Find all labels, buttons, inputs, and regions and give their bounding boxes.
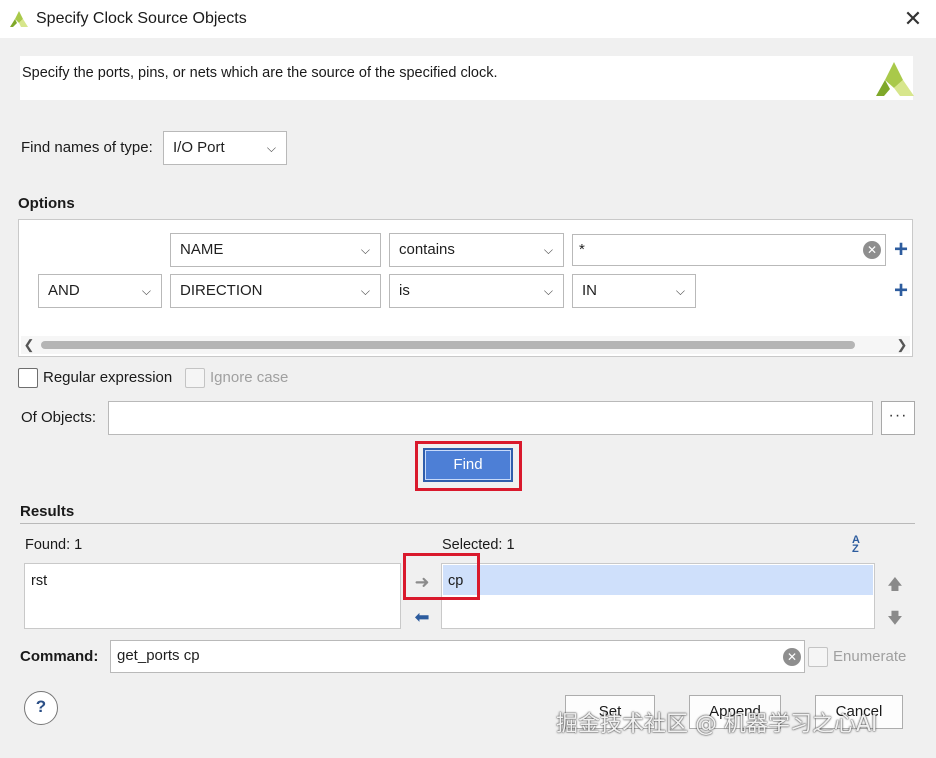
found-list[interactable]: rst	[24, 563, 401, 629]
of-objects-input[interactable]	[108, 401, 873, 435]
results-heading: Results	[20, 503, 75, 520]
close-icon[interactable]: ✕	[900, 6, 926, 32]
chevron-down-icon: ⌵	[360, 243, 370, 257]
of-objects-label: Of Objects:	[21, 409, 97, 426]
chevron-down-icon: ⌵	[141, 284, 151, 298]
add-criteria-icon[interactable]: +	[890, 279, 912, 303]
chevron-down-icon: ⌵	[543, 243, 553, 257]
scrollbar-thumb[interactable]	[41, 341, 855, 349]
clear-icon[interactable]: ✕	[783, 648, 801, 666]
move-up-icon[interactable]: 🡅	[887, 574, 903, 593]
title-bar: Specify Clock Source Objects ✕	[0, 0, 936, 38]
found-label: Found: 1	[25, 537, 83, 553]
logic-dropdown-2[interactable]: AND ⌵	[38, 274, 162, 308]
regular-expression-label: Regular expression	[43, 369, 173, 386]
window-title: Specify Clock Source Objects	[36, 10, 247, 27]
operator-dropdown-1[interactable]: contains ⌵	[389, 233, 564, 267]
regular-expression-checkbox[interactable]	[18, 368, 38, 388]
results-divider	[20, 523, 915, 524]
chevron-down-icon: ⌵	[266, 141, 276, 155]
enumerate-checkbox[interactable]	[808, 647, 828, 667]
add-criteria-icon[interactable]: +	[890, 238, 912, 262]
selected-label: Selected: 1	[442, 537, 515, 553]
sort-icon[interactable]: AZ	[852, 535, 870, 555]
ignore-case-label: Ignore case	[210, 369, 289, 386]
watermark-text: 掘金技术社区 @ 机器学习之心AI	[556, 712, 878, 737]
operator-dropdown-2[interactable]: is ⌵	[389, 274, 564, 308]
selected-highlight-box	[403, 553, 480, 600]
clear-icon[interactable]: ✕	[863, 241, 881, 259]
property-dropdown-2[interactable]: DIRECTION ⌵	[170, 274, 381, 308]
chevron-down-icon: ⌵	[675, 284, 685, 298]
browse-objects-button[interactable]: ···	[881, 401, 915, 435]
list-item[interactable]: rst	[31, 573, 47, 589]
move-down-icon[interactable]: 🡇	[887, 608, 903, 627]
description-text: Specify the ports, pins, or nets which a…	[22, 65, 498, 81]
chevron-down-icon: ⌵	[543, 284, 553, 298]
find-type-dropdown[interactable]: I/O Port ⌵	[163, 131, 287, 165]
scroll-left-icon[interactable]: ❮	[21, 336, 37, 354]
command-input[interactable]: get_ports cp	[110, 640, 805, 673]
enumerate-label: Enumerate	[833, 648, 907, 665]
description-banner: Specify the ports, pins, or nets which a…	[20, 56, 914, 100]
options-scrollbar[interactable]: ❮ ❯	[21, 336, 910, 354]
options-heading: Options	[18, 195, 75, 212]
ignore-case-checkbox[interactable]	[185, 368, 205, 388]
value-dropdown-2[interactable]: IN ⌵	[572, 274, 696, 308]
vivado-logo-icon	[876, 62, 914, 96]
selected-list[interactable]: cp	[441, 563, 875, 629]
value-input-1[interactable]: *	[572, 234, 886, 266]
scroll-right-icon[interactable]: ❯	[894, 336, 910, 354]
help-button[interactable]: ?	[24, 691, 58, 725]
chevron-down-icon: ⌵	[360, 284, 370, 298]
selected-row[interactable]	[443, 565, 873, 595]
find-type-label: Find names of type:	[21, 139, 153, 156]
property-dropdown-1[interactable]: NAME ⌵	[170, 233, 381, 267]
command-label: Command:	[20, 648, 99, 665]
move-left-icon[interactable]: ⬅	[411, 608, 433, 626]
find-button[interactable]: Find	[423, 448, 513, 482]
vivado-logo-icon	[10, 11, 28, 27]
